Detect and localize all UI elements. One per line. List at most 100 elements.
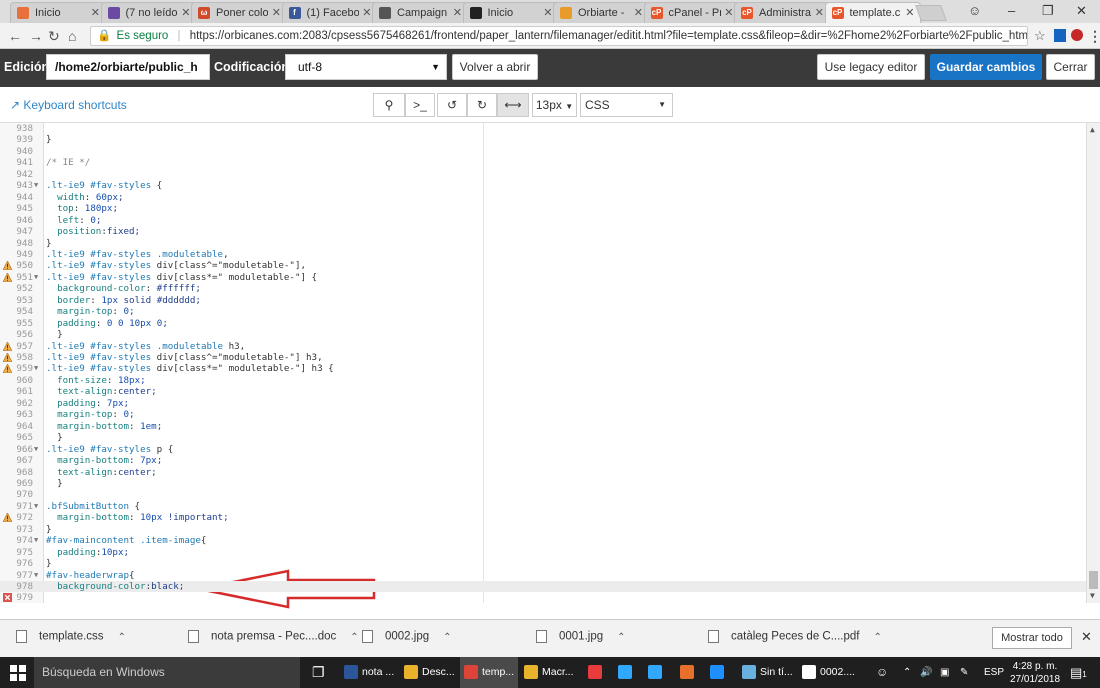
taskbar-app[interactable]: Macr... bbox=[520, 657, 580, 688]
volume-icon[interactable]: 🔊 bbox=[920, 657, 932, 688]
download-item[interactable]: template.css ⌃ bbox=[16, 630, 126, 643]
undo-button[interactable]: ↺ bbox=[437, 93, 467, 117]
code-line[interactable]: 966 ▼ .lt-ie9 #fav-styles p { bbox=[0, 444, 1086, 455]
chevron-up-icon[interactable]: ⌃ bbox=[443, 632, 451, 643]
code-line[interactable]: 967 margin-bottom: 7px; bbox=[0, 455, 1086, 466]
code-line[interactable]: 943 ▼ .lt-ie9 #fav-styles { bbox=[0, 180, 1086, 191]
code-line[interactable]: 978 background-color:black; bbox=[0, 581, 1086, 593]
taskbar-app[interactable]: Sin tí... bbox=[738, 657, 794, 688]
reopen-button[interactable]: Volver a abrir bbox=[452, 54, 538, 80]
clock[interactable]: 4:28 p. m. 27/01/2018 bbox=[1010, 660, 1060, 686]
language-indicator[interactable]: ESP bbox=[984, 657, 1004, 688]
code-line[interactable]: 959 ▼ .lt-ie9 #fav-styles div[class*=" mod… bbox=[0, 363, 1086, 374]
browser-tab[interactable]: cP cPanel - Pr ✕ bbox=[643, 2, 740, 23]
browser-tab[interactable]: f (1) Facebo ✕ bbox=[281, 2, 378, 23]
profile-icon[interactable]: ☺ bbox=[968, 3, 981, 18]
task-view-icon[interactable]: ❐ bbox=[312, 657, 325, 688]
code-line[interactable]: 971 ▼ .bfSubmitButton { bbox=[0, 501, 1086, 512]
encoding-select[interactable]: utf-8 ▼ bbox=[285, 54, 447, 80]
taskbar-app[interactable] bbox=[676, 657, 704, 688]
code-line[interactable]: 941 /* IE */ bbox=[0, 157, 1086, 168]
code-line[interactable]: 950 .lt-ie9 #fav-styles div[class^="modul… bbox=[0, 260, 1086, 271]
close-button[interactable]: Cerrar bbox=[1046, 54, 1095, 80]
chevron-up-icon[interactable]: ⌃ bbox=[350, 632, 358, 643]
scroll-down-icon[interactable]: ▼ bbox=[1090, 591, 1095, 600]
code-line[interactable]: 962 padding: 7px; bbox=[0, 398, 1086, 409]
close-window-icon[interactable]: ✕ bbox=[1076, 3, 1087, 19]
fold-arrow-icon[interactable]: ▼ bbox=[34, 272, 38, 283]
tab-close-icon[interactable]: ✕ bbox=[905, 6, 914, 19]
file-path-input[interactable]: /home2/orbiarte/public_h bbox=[46, 54, 210, 80]
taskbar-app[interactable] bbox=[584, 657, 612, 688]
bookmark-star-icon[interactable]: ☆ bbox=[1034, 28, 1046, 44]
download-item[interactable]: 0001.jpg ⌃ bbox=[536, 630, 626, 643]
browser-tab[interactable]: Inicio ✕ bbox=[462, 2, 559, 23]
code-line[interactable]: 977 ▼ #fav-headerwrap{ bbox=[0, 570, 1086, 581]
maximize-icon[interactable]: ❐ bbox=[1042, 3, 1054, 19]
wrap-toggle-button[interactable]: ⟷ bbox=[497, 93, 529, 117]
taskbar-app[interactable] bbox=[614, 657, 642, 688]
chevron-up-icon[interactable]: ⌃ bbox=[617, 632, 625, 643]
code-line[interactable]: 979 bbox=[0, 592, 1086, 603]
taskbar-app[interactable]: nota ... bbox=[340, 657, 396, 688]
download-item[interactable]: nota premsa - Pec....doc ⌃ bbox=[188, 630, 359, 643]
code-line[interactable]: 949 .lt-ie9 #fav-styles .moduletable, bbox=[0, 249, 1086, 260]
code-line[interactable]: 958 .lt-ie9 #fav-styles div[class^="modul… bbox=[0, 352, 1086, 363]
taskbar-app[interactable]: 0002.... bbox=[798, 657, 854, 688]
code-line[interactable]: 954 margin-top: 0; bbox=[0, 306, 1086, 317]
taskbar-app[interactable] bbox=[706, 657, 734, 688]
tray-chevron-icon[interactable]: ⌃ bbox=[903, 657, 911, 688]
extension-icon[interactable] bbox=[1054, 29, 1066, 42]
tab-close-icon[interactable]: ✕ bbox=[362, 6, 371, 19]
code-line[interactable]: 946 left: 0; bbox=[0, 215, 1086, 226]
fold-arrow-icon[interactable]: ▼ bbox=[34, 501, 38, 512]
code-line[interactable]: 951 ▼ .lt-ie9 #fav-styles div[class*=" mod… bbox=[0, 272, 1086, 283]
close-downloads-icon[interactable]: ✕ bbox=[1081, 629, 1092, 645]
windows-search-input[interactable]: Búsqueda en Windows bbox=[34, 657, 300, 688]
browser-tab[interactable]: Orbiarte - ✕ bbox=[553, 2, 649, 23]
code-line[interactable]: 969 } bbox=[0, 478, 1086, 489]
browser-tab[interactable]: ω Poner colo ✕ bbox=[191, 2, 287, 23]
code-line[interactable]: 948} bbox=[0, 238, 1086, 249]
code-line[interactable]: 957 .lt-ie9 #fav-styles .moduletable h3, bbox=[0, 341, 1086, 352]
code-line[interactable]: 974 ▼ #fav-maincontent .item-image{ bbox=[0, 535, 1086, 546]
browser-tab[interactable]: (7 no leído ✕ bbox=[100, 2, 197, 23]
fold-arrow-icon[interactable]: ▼ bbox=[34, 535, 38, 546]
vertical-scrollbar[interactable]: ▲ ▼ bbox=[1086, 123, 1100, 603]
code-line[interactable]: 944 width: 60px; bbox=[0, 192, 1086, 203]
minimize-icon[interactable]: – bbox=[1008, 3, 1015, 18]
tab-close-icon[interactable]: ✕ bbox=[453, 6, 462, 19]
show-all-button[interactable]: Mostrar todo bbox=[992, 627, 1072, 649]
network-icon[interactable]: ▣ bbox=[940, 657, 949, 688]
tab-close-icon[interactable]: ✕ bbox=[815, 6, 824, 19]
tab-close-icon[interactable]: ✕ bbox=[724, 6, 733, 19]
code-editor[interactable]: ▲ ▼ 938 939} 940 941/* IE */942 943 ▼ .lt-ie9 … bbox=[0, 123, 1100, 609]
download-item[interactable]: 0002.jpg ⌃ bbox=[362, 630, 452, 643]
menu-dots-icon[interactable]: ⋮ bbox=[1088, 28, 1100, 45]
back-icon[interactable]: ← bbox=[8, 28, 22, 44]
keyboard-shortcuts-link[interactable]: ↗ Keyboard shortcuts bbox=[10, 98, 127, 112]
scroll-up-icon[interactable]: ▲ bbox=[1090, 125, 1095, 134]
browser-tab[interactable]: cP Administra ✕ bbox=[734, 2, 830, 23]
chevron-up-icon[interactable]: ⌃ bbox=[874, 632, 882, 643]
code-line[interactable]: 976} bbox=[0, 558, 1086, 569]
code-line[interactable]: 973} bbox=[0, 524, 1086, 535]
code-line[interactable]: 972 margin-bottom: 10px !important; bbox=[0, 512, 1086, 523]
code-line[interactable]: 939} bbox=[0, 134, 1086, 145]
code-line[interactable]: 952 background-color: #ffffff; bbox=[0, 283, 1086, 294]
code-line[interactable]: 940 bbox=[0, 146, 1086, 157]
tab-close-icon[interactable]: ✕ bbox=[272, 6, 281, 19]
redo-button[interactable]: ↻ bbox=[467, 93, 497, 117]
notifications-icon[interactable]: ▤1 bbox=[1070, 657, 1087, 688]
legacy-editor-button[interactable]: Use legacy editor bbox=[817, 54, 925, 80]
tab-close-icon[interactable]: ✕ bbox=[91, 6, 100, 19]
code-line[interactable]: 963 margin-top: 0; bbox=[0, 409, 1086, 420]
fold-arrow-icon[interactable]: ▼ bbox=[34, 444, 38, 455]
code-line[interactable]: 945 top: 180px; bbox=[0, 203, 1086, 214]
code-line[interactable]: 970 bbox=[0, 489, 1086, 500]
fold-arrow-icon[interactable]: ▼ bbox=[34, 363, 38, 374]
pen-icon[interactable]: ✎ bbox=[960, 657, 968, 688]
fold-arrow-icon[interactable]: ▼ bbox=[34, 570, 38, 581]
windows-start-icon[interactable] bbox=[10, 665, 26, 681]
chevron-up-icon[interactable]: ⌃ bbox=[118, 632, 126, 643]
